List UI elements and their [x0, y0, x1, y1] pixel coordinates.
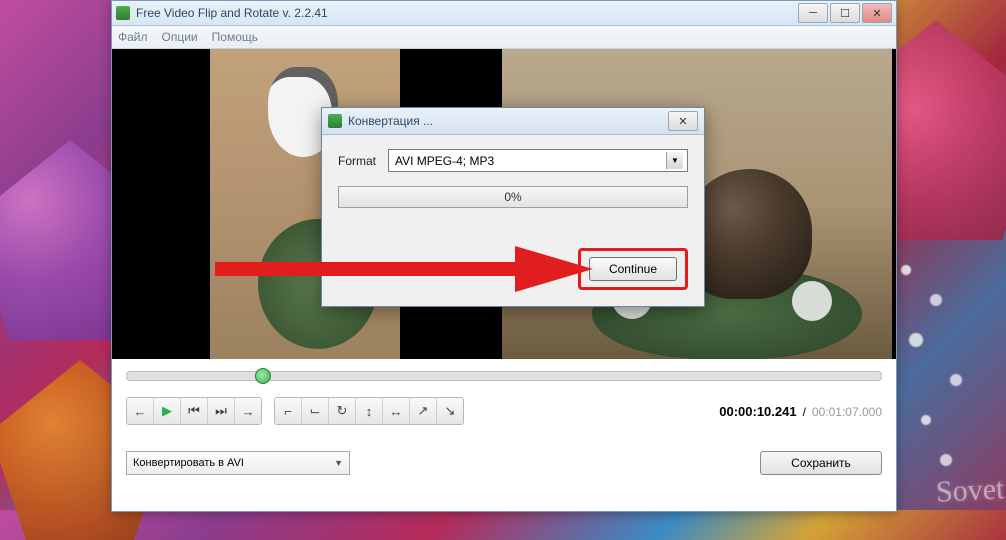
menu-help[interactable]: Помощь — [212, 30, 258, 44]
flip-horizontal-button[interactable]: ↔ — [383, 398, 410, 424]
playback-group: ← ▶ ⏮ ⏭ → — [126, 397, 262, 425]
prev-frame-button[interactable]: ← — [127, 398, 154, 424]
chevron-down-icon: ▼ — [666, 152, 683, 169]
output-format-value: Конвертировать в AVI — [133, 457, 244, 469]
time-display: 00:00:10.241 / 00:01:07.000 — [719, 404, 882, 419]
window-controls: ─ ☐ ✕ — [798, 3, 892, 23]
total-time: 00:01:07.000 — [812, 405, 882, 419]
rotate-flip-group: ⌐ ⌙ ↻ ↕ ↔ ↗ ↘ — [274, 397, 464, 425]
menu-file[interactable]: Файл — [118, 30, 148, 44]
rotate-cw-90-button[interactable]: ⌙ — [302, 398, 329, 424]
flip-diag2-button[interactable]: ↘ — [437, 398, 463, 424]
conversion-dialog: Конвертация ... ✕ Format AVI MPEG-4; MP3… — [321, 107, 705, 307]
format-value: AVI MPEG-4; MP3 — [395, 154, 494, 168]
dialog-title: Конвертация ... — [348, 114, 668, 128]
play-button[interactable]: ▶ — [154, 398, 181, 424]
rotate-180-button[interactable]: ↻ — [329, 398, 356, 424]
rotate-ccw-90-button[interactable]: ⌐ — [275, 398, 302, 424]
app-icon — [116, 6, 130, 20]
dialog-app-icon — [328, 114, 342, 128]
time-separator: / — [803, 405, 806, 419]
format-label: Format — [338, 154, 388, 168]
dialog-close-button[interactable]: ✕ — [668, 111, 698, 131]
titlebar: Free Video Flip and Rotate v. 2.2.41 ─ ☐… — [112, 1, 896, 26]
format-select[interactable]: AVI MPEG-4; MP3 ▼ — [388, 149, 688, 172]
skip-end-button[interactable]: ⏭ — [208, 398, 235, 424]
current-time: 00:00:10.241 — [719, 404, 796, 419]
menubar: Файл Опции Помощь — [112, 26, 896, 49]
save-button[interactable]: Сохранить — [760, 451, 882, 475]
close-button[interactable]: ✕ — [862, 3, 892, 23]
skip-start-button[interactable]: ⏮ — [181, 398, 208, 424]
flip-vertical-button[interactable]: ↕ — [356, 398, 383, 424]
maximize-button[interactable]: ☐ — [830, 3, 860, 23]
next-frame-button[interactable]: → — [235, 398, 261, 424]
progress-text: 0% — [504, 190, 521, 204]
timeline-slider[interactable] — [126, 371, 882, 381]
dialog-titlebar: Конвертация ... ✕ — [322, 108, 704, 135]
progress-bar: 0% — [338, 186, 688, 208]
timeline-knob[interactable] — [255, 368, 271, 384]
chevron-down-icon: ▼ — [334, 458, 343, 468]
minimize-button[interactable]: ─ — [798, 3, 828, 23]
flip-diag1-button[interactable]: ↗ — [410, 398, 437, 424]
continue-highlight: Continue — [578, 248, 688, 290]
continue-button[interactable]: Continue — [589, 257, 677, 281]
output-format-select[interactable]: Конвертировать в AVI ▼ — [126, 451, 350, 475]
window-title: Free Video Flip and Rotate v. 2.2.41 — [136, 6, 798, 20]
menu-options[interactable]: Опции — [162, 30, 198, 44]
